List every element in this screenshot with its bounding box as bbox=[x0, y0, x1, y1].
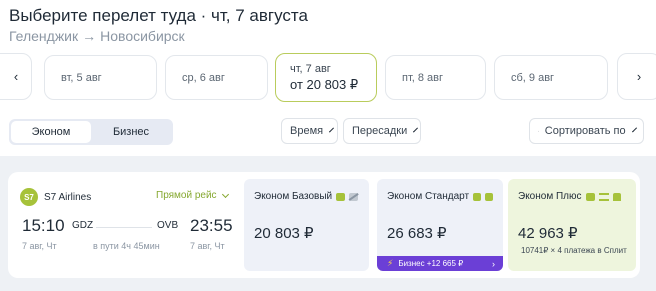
fare-name: Эконом Плюс bbox=[518, 191, 626, 202]
direct-flight-toggle[interactable]: Прямой рейс bbox=[156, 190, 229, 201]
arrival-code: OVB bbox=[157, 220, 179, 231]
flight-duration: в пути 4ч 45мин bbox=[93, 241, 160, 251]
date-label: ср, 6 авг bbox=[182, 71, 225, 84]
date-card-9[interactable]: сб, 9 авг bbox=[494, 55, 608, 100]
split-text: 10741₽ × 4 платежа в Сплит bbox=[521, 246, 627, 255]
baggage-icon bbox=[585, 192, 595, 201]
fare-economy-basic[interactable]: Эконом Базовый 20 803 ₽ bbox=[244, 179, 369, 271]
flight-card[interactable]: S7 S7 Airlines Прямой рейс 15:10 GDZ OVB… bbox=[8, 172, 640, 278]
chevron-down-icon bbox=[221, 190, 229, 198]
airline: S7 S7 Airlines bbox=[20, 188, 91, 206]
fare-economy-plus[interactable]: Эконом Плюс 42 963 ₽ 10741₽ × 4 платежа … bbox=[508, 179, 636, 271]
sort-dropdown[interactable]: Сортировать по bbox=[529, 118, 644, 144]
date-price: от 20 803 ₽ bbox=[290, 76, 359, 92]
fare-economy-standard[interactable]: Эконом Стандарт 26 683 ₽ ⚡ Бизнес +12 66… bbox=[377, 179, 503, 271]
split-payment-note: 10741₽ × 4 платежа в Сплит bbox=[518, 246, 627, 255]
business-upsell-label: Бизнес +12 665 ₽ bbox=[398, 259, 464, 268]
arrival-date: 7 авг, Чт bbox=[190, 241, 225, 251]
arrival-time: 23:55 bbox=[190, 216, 233, 235]
time-filter[interactable]: Время bbox=[281, 118, 338, 144]
chevron-right-icon: › bbox=[492, 258, 495, 269]
transfers-filter[interactable]: Пересадки bbox=[343, 118, 421, 144]
fare-name-text: Эконом Плюс bbox=[518, 191, 582, 202]
fare-price: 42 963 ₽ bbox=[518, 225, 578, 242]
bag-icon bbox=[336, 192, 346, 201]
date-card-5[interactable]: вт, 5 авг bbox=[44, 55, 157, 100]
lightning-icon: ⚡ bbox=[387, 258, 394, 268]
fare-price: 20 803 ₽ bbox=[254, 225, 314, 242]
chevron-right-icon: › bbox=[636, 69, 642, 84]
fare-name-text: Эконом Базовый bbox=[254, 191, 333, 202]
prev-dates-button[interactable]: ‹ bbox=[0, 53, 32, 100]
seat-icon bbox=[612, 192, 621, 201]
departure-code: GDZ bbox=[72, 220, 94, 231]
departure-date: 7 авг, Чт bbox=[22, 241, 57, 251]
transfers-filter-label: Пересадки bbox=[352, 125, 408, 137]
direct-flight-label: Прямой рейс bbox=[156, 190, 217, 201]
date-strip: ‹ вт, 5 авг ср, 6 авг чт, 7 авг от 20 80… bbox=[0, 53, 656, 103]
exchange-icon bbox=[598, 192, 609, 201]
chevron-down-icon bbox=[413, 127, 419, 132]
airline-name: S7 Airlines bbox=[44, 191, 92, 203]
departure-time: 15:10 bbox=[22, 216, 65, 235]
fare-name-text: Эконом Стандарт bbox=[387, 191, 470, 202]
funnel-icon bbox=[538, 130, 539, 132]
date-label: сб, 9 авг bbox=[511, 71, 555, 84]
destination-city: Новосибирск bbox=[100, 28, 185, 44]
date-label: чт, 7 авг bbox=[290, 62, 331, 75]
date-label: вт, 5 авг bbox=[61, 71, 102, 84]
fare-name: Эконом Стандарт bbox=[387, 191, 493, 202]
chevron-down-icon bbox=[329, 127, 335, 132]
chevron-left-icon: ‹ bbox=[13, 69, 19, 84]
cabin-business-tab[interactable]: Бизнес bbox=[91, 121, 171, 143]
time-filter-label: Время bbox=[290, 125, 324, 137]
cabin-economy-tab[interactable]: Эконом bbox=[11, 121, 91, 143]
route: Геленджик → Новосибирск bbox=[9, 28, 185, 44]
business-upsell-button[interactable]: ⚡ Бизнес +12 665 ₽ › bbox=[377, 256, 503, 271]
date-card-7-selected[interactable]: чт, 7 авг от 20 803 ₽ bbox=[275, 53, 377, 102]
origin-city: Геленджик bbox=[9, 28, 79, 44]
airline-logo: S7 bbox=[20, 188, 38, 206]
date-card-6[interactable]: ср, 6 авг bbox=[165, 55, 268, 100]
cabin-toggle: Эконом Бизнес bbox=[9, 119, 173, 145]
chevron-down-icon bbox=[631, 126, 637, 133]
date-card-8[interactable]: пт, 8 авг bbox=[385, 55, 486, 100]
bag-icon bbox=[473, 192, 482, 201]
timeline bbox=[96, 227, 152, 228]
baggage-icon bbox=[485, 192, 493, 201]
page-title: Выберите перелет туда · чт, 7 августа bbox=[9, 6, 308, 25]
fare-name: Эконом Базовый bbox=[254, 191, 359, 202]
arrow-right-icon: → bbox=[82, 28, 97, 44]
no-baggage-icon bbox=[349, 192, 359, 201]
sort-label: Сортировать по bbox=[544, 125, 626, 137]
date-label: пт, 8 авг bbox=[402, 71, 444, 84]
fare-price: 26 683 ₽ bbox=[387, 225, 447, 242]
next-dates-button[interactable]: › bbox=[617, 53, 656, 100]
